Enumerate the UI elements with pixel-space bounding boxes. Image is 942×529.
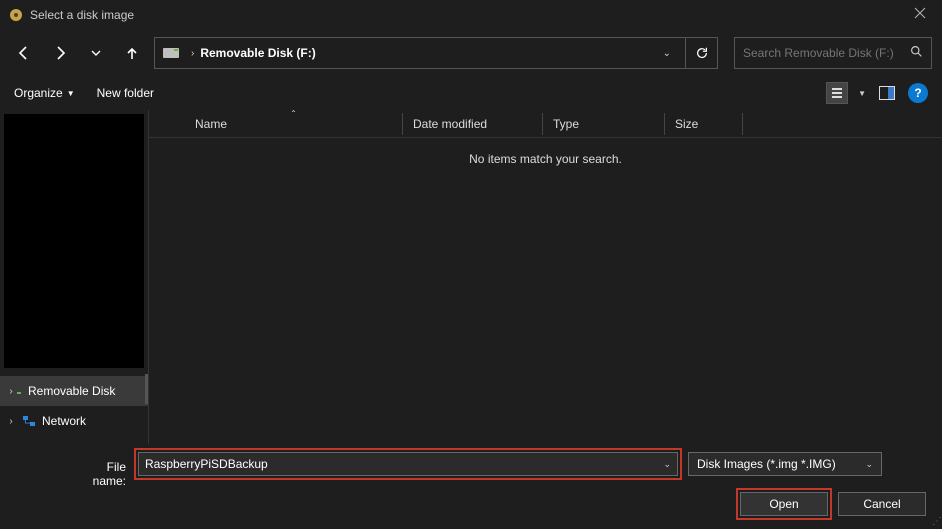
title-bar: Select a disk image	[0, 0, 942, 30]
tree-item-network[interactable]: › Network	[0, 406, 148, 436]
cancel-button[interactable]: Cancel	[838, 492, 926, 516]
search-input[interactable]	[743, 46, 906, 60]
column-size[interactable]: Size	[665, 113, 743, 135]
resize-grip-icon[interactable]: ⋰	[932, 516, 940, 527]
close-icon[interactable]	[910, 6, 930, 22]
preview-pane-button[interactable]	[876, 82, 898, 104]
back-button[interactable]	[10, 39, 38, 67]
column-name[interactable]: ⌃ Name	[185, 113, 403, 135]
refresh-button[interactable]	[686, 37, 718, 69]
address-bar[interactable]: › Removable Disk (F:) ⌄	[154, 37, 686, 69]
toolbar: Organize ▼ New folder ▼ ?	[0, 76, 942, 110]
forward-button[interactable]	[46, 39, 74, 67]
main-area: › Removable Disk › Network ⌃ Name Date m…	[0, 110, 942, 444]
breadcrumb-location[interactable]: Removable Disk (F:)	[200, 46, 315, 60]
organize-label: Organize	[14, 86, 63, 100]
filetype-dropdown[interactable]: Disk Images (*.img *.IMG) ⌄	[688, 452, 882, 476]
chevron-down-icon: ▼	[67, 89, 75, 98]
open-button[interactable]: Open	[740, 492, 828, 516]
filetype-label: Disk Images (*.img *.IMG)	[697, 457, 836, 471]
column-type[interactable]: Type	[543, 113, 665, 135]
expand-icon[interactable]: ›	[6, 386, 16, 397]
folder-tree: › Removable Disk › Network	[0, 374, 148, 444]
sort-indicator-icon: ⌃	[290, 109, 297, 118]
bottom-bar: File name: ⌄ Disk Images (*.img *.IMG) ⌄…	[0, 444, 942, 529]
help-button[interactable]: ?	[908, 83, 928, 103]
view-button[interactable]	[826, 82, 848, 104]
folder-preview-pane	[4, 114, 144, 368]
column-date-modified[interactable]: Date modified	[403, 113, 543, 135]
empty-message: No items match your search.	[149, 138, 942, 166]
app-icon	[8, 7, 24, 23]
sidebar: › Removable Disk › Network	[0, 110, 149, 444]
filetype-dropdown-icon: ⌄	[865, 459, 873, 470]
organize-button[interactable]: Organize ▼	[14, 86, 75, 100]
network-icon	[22, 414, 36, 428]
address-dropdown-icon[interactable]: ⌄	[663, 48, 677, 59]
file-list: ⌃ Name Date modified Type Size No items …	[149, 110, 942, 444]
filename-input[interactable]	[145, 457, 663, 471]
chevron-right-icon: ›	[191, 48, 194, 59]
tree-label: Removable Disk	[28, 384, 115, 398]
search-icon[interactable]	[910, 45, 923, 61]
search-box[interactable]	[734, 37, 932, 69]
column-headers: ⌃ Name Date modified Type Size	[149, 110, 942, 138]
filename-dropdown-icon[interactable]: ⌄	[663, 459, 671, 470]
up-button[interactable]	[118, 39, 146, 67]
new-folder-label: New folder	[97, 86, 154, 100]
window-title: Select a disk image	[30, 8, 134, 22]
expand-icon[interactable]: ›	[6, 416, 16, 427]
filename-label: File name:	[70, 460, 132, 488]
recent-locations-button[interactable]	[82, 39, 110, 67]
filename-field[interactable]: ⌄	[138, 452, 678, 476]
tree-label: Network	[42, 414, 86, 428]
tree-item-removable-disk[interactable]: › Removable Disk	[0, 376, 148, 406]
view-dropdown-icon[interactable]: ▼	[858, 89, 866, 98]
drive-icon	[163, 45, 179, 61]
new-folder-button[interactable]: New folder	[97, 86, 154, 100]
nav-row: › Removable Disk (F:) ⌄	[0, 30, 942, 76]
